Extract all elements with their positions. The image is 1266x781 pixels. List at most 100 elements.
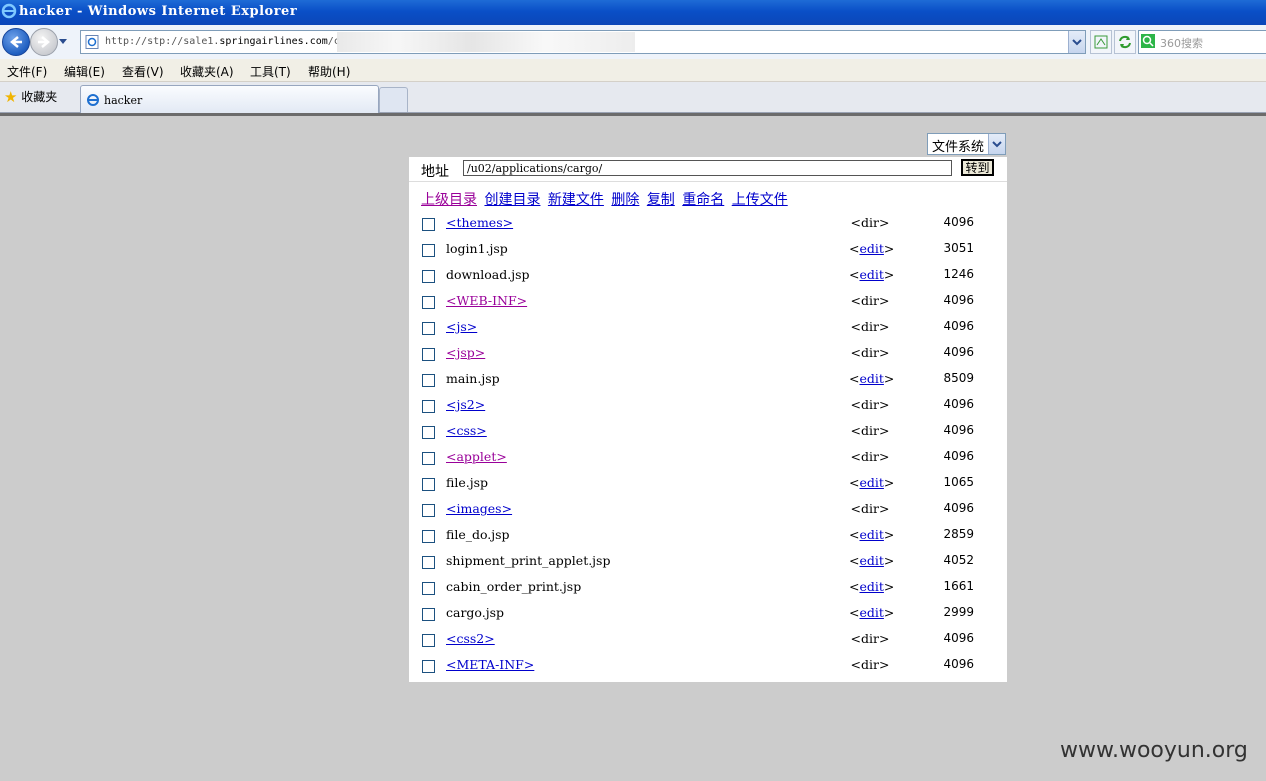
file-type: <dir> <box>850 293 890 308</box>
file-row: <WEB-INF> <dir> 4096 <box>409 289 1007 315</box>
file-checkbox[interactable] <box>422 296 435 309</box>
file-type: <edit> <box>849 527 895 542</box>
tab-label: hacker <box>104 94 143 107</box>
filesystem-select-dropdown[interactable] <box>988 134 1005 154</box>
address-bar[interactable]: http://stp://sale1.springairlines.com/c <box>80 30 1086 54</box>
refresh-icon <box>1119 35 1131 49</box>
file-name[interactable]: <META-INF> <box>446 657 534 672</box>
file-checkbox[interactable] <box>422 608 435 621</box>
upload-link[interactable]: 上传文件 <box>732 192 788 208</box>
file-name[interactable]: <images> <box>446 501 512 516</box>
menu-favorites[interactable]: 收藏夹(A) <box>180 63 234 80</box>
file-name[interactable]: <jsp> <box>446 345 485 360</box>
ie-logo-icon <box>1 3 17 19</box>
file-size: 4096 <box>943 345 974 359</box>
file-checkbox[interactable] <box>422 270 435 283</box>
file-name: shipment_print_applet.jsp <box>446 553 611 568</box>
compatibility-view-button[interactable] <box>1090 30 1112 54</box>
filesystem-select[interactable]: 文件系统 <box>927 133 1006 155</box>
file-row: <META-INF> <dir> 4096 <box>409 653 1007 679</box>
file-checkbox[interactable] <box>422 452 435 465</box>
file-checkbox[interactable] <box>422 556 435 569</box>
go-button[interactable]: 转到 <box>961 159 994 176</box>
menu-tools[interactable]: 工具(T) <box>250 63 291 80</box>
edit-link[interactable]: edit <box>859 371 883 386</box>
file-checkbox[interactable] <box>422 634 435 647</box>
file-size: 4096 <box>943 501 974 515</box>
edit-link[interactable]: edit <box>859 267 883 282</box>
edit-link[interactable]: edit <box>859 527 883 542</box>
file-row: <css2> <dir> 4096 <box>409 627 1007 653</box>
parent-dir-link[interactable]: 上级目录 <box>421 192 477 208</box>
file-name[interactable]: <applet> <box>446 449 507 464</box>
file-row: shipment_print_applet.jsp <edit> 4052 <box>409 549 1007 575</box>
back-button[interactable] <box>2 28 30 56</box>
refresh-button[interactable] <box>1114 30 1136 54</box>
file-name[interactable]: <css2> <box>446 631 495 646</box>
file-row: <applet> <dir> 4096 <box>409 445 1007 471</box>
file-name[interactable]: <js2> <box>446 397 485 412</box>
file-row: <js2> <dir> 4096 <box>409 393 1007 419</box>
copy-link[interactable]: 复制 <box>647 192 675 208</box>
edit-link[interactable]: edit <box>859 241 883 256</box>
address-dropdown-button[interactable] <box>1068 31 1085 53</box>
file-name[interactable]: <js> <box>446 319 477 334</box>
file-size: 1065 <box>943 475 974 489</box>
edit-link[interactable]: edit <box>859 579 883 594</box>
file-name: file.jsp <box>446 475 488 490</box>
rename-link[interactable]: 重命名 <box>682 192 724 208</box>
file-checkbox[interactable] <box>422 582 435 595</box>
search-box[interactable]: 360搜索 <box>1138 30 1266 54</box>
new-tab-button[interactable] <box>379 87 408 112</box>
file-checkbox[interactable] <box>422 348 435 361</box>
recent-pages-dropdown-icon[interactable] <box>58 38 68 46</box>
file-type: <dir> <box>850 631 890 646</box>
file-size: 1661 <box>943 579 974 593</box>
file-checkbox[interactable] <box>422 530 435 543</box>
file-size: 4096 <box>943 423 974 437</box>
page-icon <box>85 35 99 49</box>
menu-bar: 文件(F) 编辑(E) 查看(V) 收藏夹(A) 工具(T) 帮助(H) <box>0 59 1266 82</box>
file-checkbox[interactable] <box>422 504 435 517</box>
edit-link[interactable]: edit <box>859 553 883 568</box>
new-file-link[interactable]: 新建文件 <box>548 192 604 208</box>
file-row: <themes> <dir> 4096 <box>409 211 1007 237</box>
file-size: 2859 <box>943 527 974 541</box>
edit-link[interactable]: edit <box>859 475 883 490</box>
path-input[interactable]: /u02/applications/cargo/ <box>463 160 952 176</box>
favorites-button[interactable]: ★ 收藏夹 <box>4 88 57 106</box>
file-manager-panel: 地址 /u02/applications/cargo/ 转到 上级目录 创建目录… <box>409 157 1007 682</box>
file-checkbox[interactable] <box>422 400 435 413</box>
file-name[interactable]: <WEB-INF> <box>446 293 527 308</box>
file-checkbox[interactable] <box>422 660 435 673</box>
file-checkbox[interactable] <box>422 374 435 387</box>
file-size: 4096 <box>943 657 974 671</box>
menu-view[interactable]: 查看(V) <box>122 63 164 80</box>
menu-edit[interactable]: 编辑(E) <box>64 63 105 80</box>
file-checkbox[interactable] <box>422 322 435 335</box>
file-row: cargo.jsp <edit> 2999 <box>409 601 1007 627</box>
forward-button[interactable] <box>30 28 58 56</box>
file-row: file.jsp <edit> 1065 <box>409 471 1007 497</box>
tab-bar: ★ 收藏夹 hacker <box>0 82 1266 113</box>
file-name[interactable]: <themes> <box>446 215 513 230</box>
action-links: 上级目录 创建目录 新建文件 删除 复制 重命名 上传文件 <box>421 189 791 209</box>
file-row: download.jsp <edit> 1246 <box>409 263 1007 289</box>
menu-file[interactable]: 文件(F) <box>7 63 47 80</box>
file-name: cabin_order_print.jsp <box>446 579 582 594</box>
file-name: cargo.jsp <box>446 605 505 620</box>
file-size: 4096 <box>943 397 974 411</box>
file-size: 2999 <box>943 605 974 619</box>
file-name[interactable]: <css> <box>446 423 487 438</box>
file-checkbox[interactable] <box>422 478 435 491</box>
file-checkbox[interactable] <box>422 426 435 439</box>
file-size: 4052 <box>943 553 974 567</box>
edit-link[interactable]: edit <box>859 605 883 620</box>
delete-link[interactable]: 删除 <box>611 192 639 208</box>
file-checkbox[interactable] <box>422 218 435 231</box>
file-size: 4096 <box>943 215 974 229</box>
file-checkbox[interactable] <box>422 244 435 257</box>
create-dir-link[interactable]: 创建目录 <box>484 192 540 208</box>
tab-hacker[interactable]: hacker <box>80 85 379 113</box>
menu-help[interactable]: 帮助(H) <box>308 63 350 80</box>
